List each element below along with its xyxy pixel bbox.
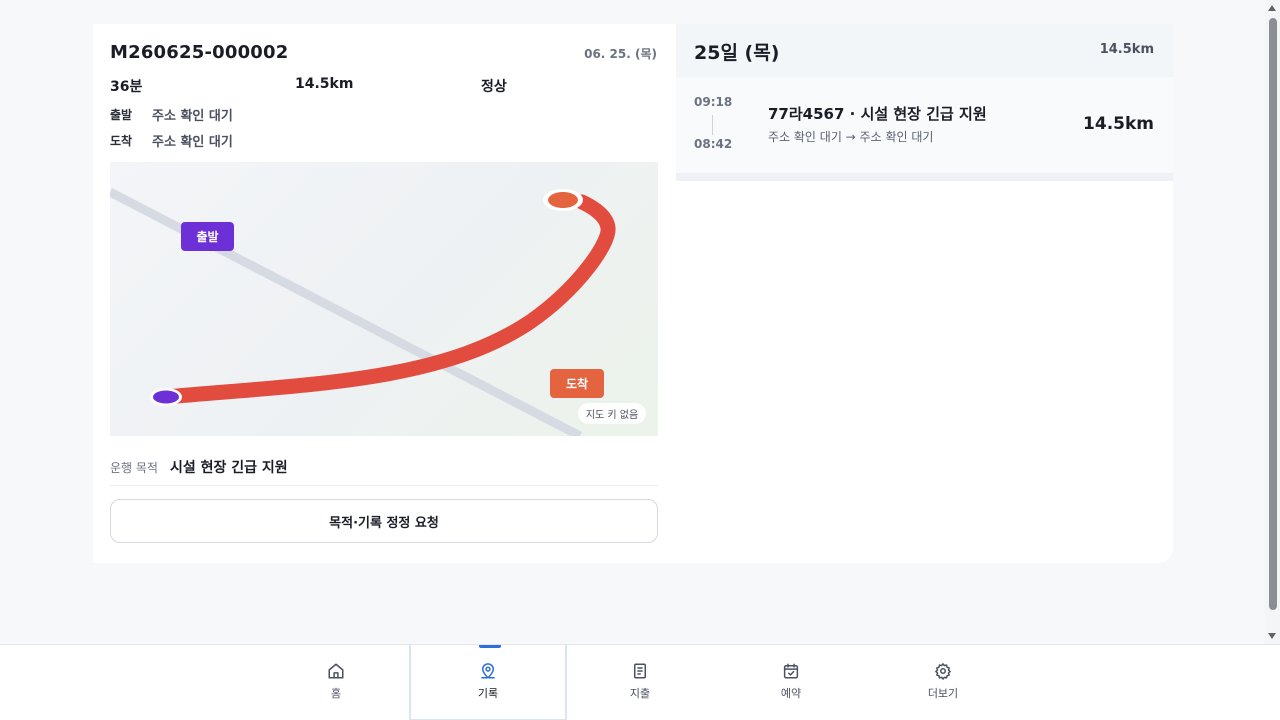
scroll-thumb[interactable]	[1269, 18, 1277, 610]
tab-more[interactable]: 더보기	[865, 645, 1021, 720]
trip-item-title: 77라4567 · 시설 현장 긴급 지원	[768, 105, 987, 123]
trip-item-distance: 14.5km	[1083, 114, 1154, 134]
trip-status: 정상	[481, 79, 507, 95]
active-tab-indicator	[479, 645, 501, 648]
trip-end-time: 08:42	[694, 137, 733, 151]
tab-more-label: 더보기	[927, 687, 959, 700]
end-address-value: 주소 확인 대기	[152, 134, 233, 150]
trip-start-time: 09:18	[694, 95, 733, 109]
day-header: 25일 (목) 14.5km	[676, 24, 1173, 77]
list-divider	[676, 173, 1173, 181]
time-connector	[712, 115, 713, 135]
receipt-icon	[634, 663, 646, 679]
start-marker[interactable]	[153, 390, 179, 404]
purpose-row: 운행 목적 시설 현장 긴급 지원	[110, 454, 658, 486]
start-address-value: 주소 확인 대기	[152, 108, 233, 124]
end-address-label: 도착	[110, 133, 133, 148]
day-title: 25일 (목)	[694, 42, 780, 64]
tab-home-label: 홈	[330, 687, 342, 700]
calendar-check-icon	[783, 663, 799, 679]
map-no-key-badge: 지도 키 없음	[578, 403, 646, 424]
trip-list-item[interactable]: 09:18 08:42 77라4567 · 시설 현장 긴급 지원 주소 확인 …	[676, 77, 1173, 173]
page-scrollbar[interactable]	[1265, 0, 1280, 644]
day-total-distance: 14.5km	[1099, 42, 1154, 57]
purpose-value: 시설 현장 긴급 지원	[170, 460, 288, 476]
home-icon	[328, 663, 344, 679]
start-address-label: 출발	[110, 107, 133, 122]
trip-id: M260625-000002	[110, 42, 289, 63]
tab-expenses[interactable]: 지출	[562, 645, 718, 720]
trip-item-route: 주소 확인 대기 → 주소 확인 대기	[768, 130, 934, 144]
map-pin-icon	[481, 663, 495, 679]
tab-home[interactable]: 홈	[258, 645, 414, 720]
start-address-row: 출발 주소 확인 대기	[110, 104, 233, 124]
trip-distance: 14.5km	[295, 76, 354, 92]
trip-date: 06. 25. (목)	[584, 47, 657, 61]
start-map-tag: 출발	[181, 222, 234, 251]
tab-reservations[interactable]: 예약	[713, 645, 869, 720]
tab-records[interactable]: 기록	[409, 645, 567, 720]
scroll-down-arrow-icon[interactable]	[1268, 633, 1276, 639]
bottom-tab-bar: 홈 기록 지출 예약 더보기	[0, 644, 1280, 720]
scroll-up-arrow-icon[interactable]	[1268, 5, 1276, 11]
tab-records-label: 기록	[477, 687, 499, 700]
end-marker[interactable]	[548, 192, 578, 208]
end-address-row: 도착 주소 확인 대기	[110, 130, 233, 150]
trip-duration: 36분	[110, 79, 143, 95]
end-map-tag: 도착	[550, 369, 604, 398]
purpose-label: 운행 목적	[110, 461, 158, 475]
trip-detail-card: M260625-000002 06. 25. (목) 36분 14.5km 정상…	[93, 24, 676, 563]
correction-request-button[interactable]: 목적·기록 정정 요청	[110, 499, 658, 543]
gear-icon	[935, 663, 951, 680]
route-map[interactable]: 출발 도착 지도 키 없음	[110, 162, 658, 436]
tab-reservations-label: 예약	[780, 687, 802, 700]
trip-list-panel: 25일 (목) 14.5km 09:18 08:42 77라4567 · 시설 …	[676, 24, 1173, 563]
tab-expenses-label: 지출	[629, 687, 651, 700]
